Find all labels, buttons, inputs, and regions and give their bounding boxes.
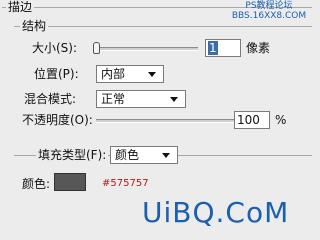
stroke-section-title: 描边 xyxy=(6,0,35,14)
blend-mode-dropdown[interactable]: 正常 xyxy=(96,90,186,108)
chevron-down-icon xyxy=(148,72,156,77)
fill-type-dropdown[interactable]: 颜色 xyxy=(110,146,178,164)
color-label: 颜色: xyxy=(22,177,51,191)
position-dropdown[interactable]: 内部 xyxy=(96,65,164,83)
opacity-label: 不透明度(O): xyxy=(22,113,93,127)
opacity-value: 100 xyxy=(237,113,260,127)
size-slider-thumb[interactable] xyxy=(93,42,100,54)
position-value: 内部 xyxy=(101,67,126,81)
watermark-bottom: UiBQ.CoM xyxy=(142,196,290,229)
chevron-down-icon xyxy=(170,97,178,102)
fill-type-label: 填充类型(F): xyxy=(36,147,109,163)
size-value: 1 xyxy=(208,41,218,55)
structure-divider xyxy=(14,26,312,27)
chevron-down-icon xyxy=(162,153,170,158)
blend-mode-label: 混合模式: xyxy=(24,92,77,106)
blend-mode-value: 正常 xyxy=(101,92,126,106)
size-input[interactable]: 1 xyxy=(205,39,241,57)
position-label: 位置(P): xyxy=(34,67,79,81)
size-slider-track[interactable] xyxy=(96,47,198,51)
watermark-top: PS教程论坛 BBS.16XX8.COM xyxy=(231,1,307,21)
fill-type-value: 颜色 xyxy=(115,148,140,162)
size-label: 大小(S): xyxy=(32,41,78,55)
color-hex-text: #575757 xyxy=(102,178,149,189)
color-swatch[interactable] xyxy=(54,173,86,191)
opacity-unit: % xyxy=(275,113,287,127)
opacity-input[interactable]: 100 xyxy=(234,111,270,129)
structure-group-label: 结构 xyxy=(20,19,49,33)
size-unit: 像素 xyxy=(246,41,271,55)
